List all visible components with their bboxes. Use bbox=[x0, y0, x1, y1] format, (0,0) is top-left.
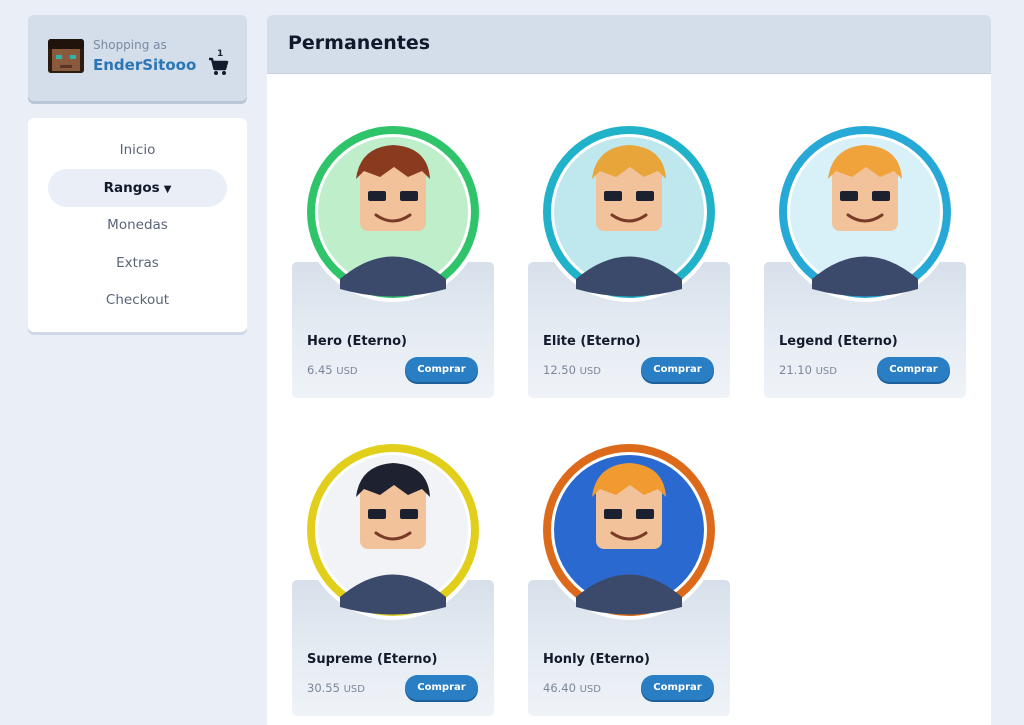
product-price: 12.50 USD bbox=[543, 363, 601, 377]
nav-item-checkout[interactable]: Checkout bbox=[48, 281, 227, 319]
product-name: Supreme (Eterno) bbox=[307, 652, 438, 667]
shopping-as-label: Shopping as bbox=[93, 38, 167, 52]
nav-item-label: Checkout bbox=[105, 292, 170, 308]
price-currency: USD bbox=[579, 366, 601, 377]
product-image bbox=[303, 440, 483, 620]
price-value: 6.45 bbox=[307, 363, 333, 377]
page-title: Permanentes bbox=[288, 32, 431, 54]
nav-item-label: Inicio bbox=[119, 142, 156, 158]
caret-down-icon: ▼ bbox=[163, 184, 172, 195]
cart-icon[interactable] bbox=[208, 53, 230, 77]
price-value: 21.10 bbox=[779, 363, 812, 377]
buy-button[interactable]: Comprar bbox=[405, 357, 478, 382]
price-value: 12.50 bbox=[543, 363, 576, 377]
product-image bbox=[775, 122, 955, 302]
product-image bbox=[539, 122, 719, 302]
product-name: Honly (Eterno) bbox=[543, 652, 650, 667]
product-image bbox=[303, 122, 483, 302]
product-price: 6.45 USD bbox=[307, 363, 358, 377]
price-currency: USD bbox=[343, 684, 365, 695]
product-price: 21.10 USD bbox=[779, 363, 837, 377]
price-currency: USD bbox=[815, 366, 837, 377]
buy-button[interactable]: Comprar bbox=[877, 357, 950, 382]
nav-item-label: Rangos bbox=[103, 180, 160, 196]
user-card: Shopping as EnderSitooo 1 bbox=[28, 15, 247, 101]
buy-button[interactable]: Comprar bbox=[641, 357, 714, 382]
price-value: 46.40 bbox=[543, 681, 576, 695]
nav-item-extras[interactable]: Extras bbox=[48, 244, 227, 282]
buy-button[interactable]: Comprar bbox=[641, 675, 714, 700]
product-price: 46.40 USD bbox=[543, 681, 601, 695]
nav-item-monedas[interactable]: Monedas bbox=[48, 206, 227, 244]
product-image bbox=[539, 440, 719, 620]
nav-item-rangos[interactable]: Rangos ▼ bbox=[48, 169, 227, 207]
avatar bbox=[48, 39, 84, 73]
product-name: Hero (Eterno) bbox=[307, 334, 407, 349]
nav-item-label: Monedas bbox=[107, 217, 168, 233]
product-name: Legend (Eterno) bbox=[779, 334, 898, 349]
nav-item-inicio[interactable]: Inicio bbox=[48, 131, 227, 169]
nav-item-label: Extras bbox=[116, 255, 159, 271]
price-currency: USD bbox=[336, 366, 358, 377]
product-price: 30.55 USD bbox=[307, 681, 365, 695]
price-currency: USD bbox=[579, 684, 601, 695]
buy-button[interactable]: Comprar bbox=[405, 675, 478, 700]
price-value: 30.55 bbox=[307, 681, 340, 695]
product-name: Elite (Eterno) bbox=[543, 334, 641, 349]
username: EnderSitooo bbox=[93, 56, 197, 74]
main-panel: Permanentes Hero (Eterno) 6.45 USD Compr… bbox=[267, 15, 991, 725]
sidebar-nav: Inicio Rangos ▼ Monedas Extras Checkout bbox=[28, 118, 247, 332]
